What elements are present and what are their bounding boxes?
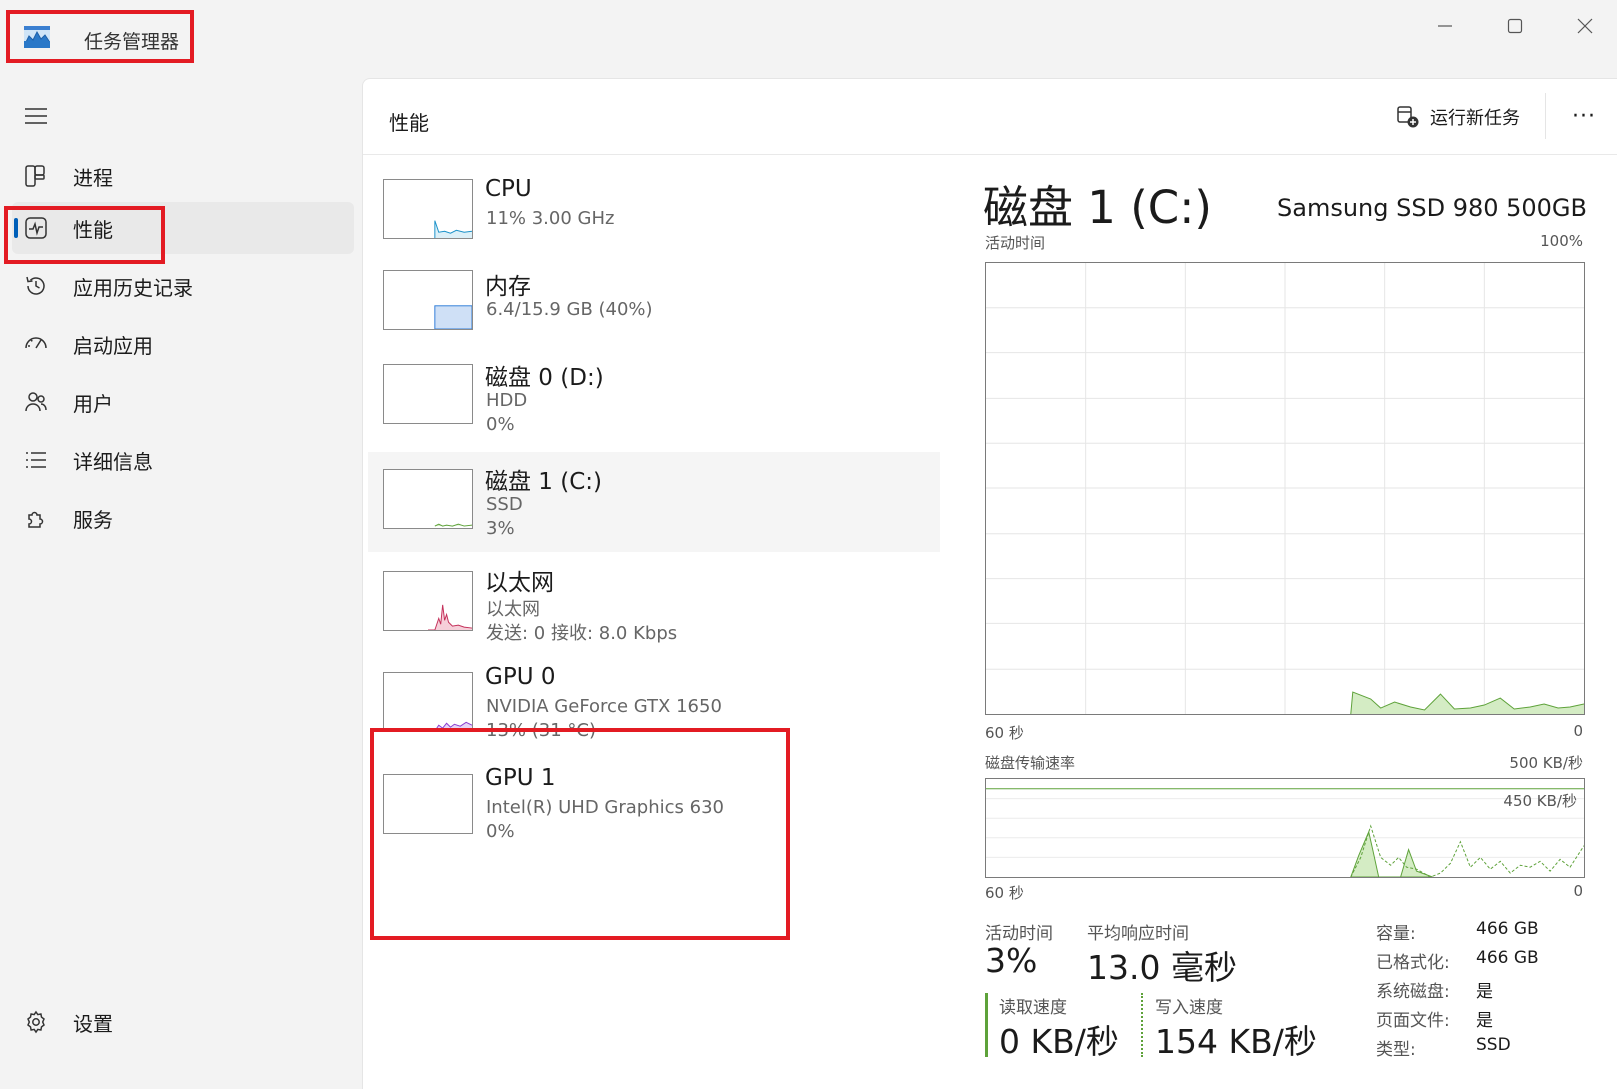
device-name: 以太网 [485,570,554,596]
prop-formatted-value: 466 GB [1476,948,1539,968]
main-header: 性能 运行新任务 ··· [363,79,1617,155]
maximize-button[interactable] [1485,8,1545,44]
activity-chart-time-right: 0 [1573,722,1583,740]
disk1-thumbnail-graph [383,469,473,529]
startup-gauge-icon [25,337,47,349]
device-name: CPU [485,176,532,202]
details-list-icon [26,452,46,468]
transfer-chart-time-right: 0 [1573,882,1583,900]
close-icon [1577,18,1593,34]
device-detail: 6.4/15.9 GB (40%) [486,299,653,320]
response-time-value: 13.0 毫秒 [1087,948,1237,987]
disk-model: Samsung SSD 980 500GB [1277,194,1587,222]
sidebar-item-details[interactable]: 详细信息 [12,434,354,486]
title-bar: 任务管理器 [0,0,1617,78]
prop-page-file-value: 是 [1476,1011,1493,1031]
sidebar-item-label: 进程 [73,165,113,190]
sidebar-item-users[interactable]: 用户 [12,376,354,428]
close-button[interactable] [1555,8,1615,44]
read-speed-value: 0 KB/秒 [999,1022,1119,1061]
header-separator [1545,93,1546,139]
sidebar-item-label: 启动应用 [73,333,153,358]
prop-system-disk-value: 是 [1476,982,1493,1002]
run-new-task-label: 运行新任务 [1430,108,1520,129]
highlight-box-title [6,10,194,63]
device-detail: SSD [486,494,523,515]
prop-formatted-key: 已格式化: [1376,953,1450,973]
prop-type-value: SSD [1476,1035,1511,1055]
read-speed-indicator [985,993,988,1057]
services-puzzle-icon [28,511,44,528]
ethernet-thumbnail-graph [383,571,473,631]
device-item-cpu[interactable]: CPU 11% 3.00 GHz [368,164,940,264]
sidebar-item-label: 应用历史记录 [73,275,193,300]
device-item-ethernet[interactable]: 以太网 以太网 发送: 0 接收: 8.0 Kbps [368,553,940,653]
device-detail: NVIDIA GeForce GTX 1650 [486,696,722,717]
device-item-memory[interactable]: 内存 6.4/15.9 GB (40%) [368,255,940,355]
cpu-thumbnail-graph [383,179,473,239]
write-speed-indicator [1141,993,1143,1057]
device-detail: 以太网 [486,599,540,620]
prop-type-key: 类型: [1376,1040,1416,1060]
device-detail: HDD [486,390,528,411]
memory-thumbnail-graph [383,270,473,330]
activity-chart-time-left: 60 秒 [985,724,1024,742]
sidebar-item-startup-apps[interactable]: 启动应用 [12,318,354,370]
write-speed-value: 154 KB/秒 [1155,1022,1317,1061]
sidebar-item-services[interactable]: 服务 [12,492,354,544]
prop-capacity-value: 466 GB [1476,919,1539,939]
detail-title: 磁盘 1 (C:) [983,181,1212,234]
prop-capacity-key: 容量: [1376,924,1416,944]
transfer-chart-inner-max: 450 KB/秒 [1503,792,1577,810]
device-usage: 3% [486,518,515,539]
transfer-chart-max: 500 KB/秒 [1509,754,1583,772]
sidebar-item-label: 服务 [73,507,113,532]
users-icon [25,392,47,412]
device-throughput: 发送: 0 接收: 8.0 Kbps [486,623,678,644]
sidebar-item-settings[interactable]: 设置 [12,996,354,1048]
maximize-icon [1507,18,1523,34]
device-detail: 11% 3.00 GHz [486,208,615,229]
run-new-task-icon [1397,106,1419,128]
device-usage: 0% [486,414,515,435]
page-title: 性能 [389,111,429,135]
activity-chart-label: 活动时间 [985,234,1046,252]
activity-chart-max: 100% [1540,232,1583,250]
minimize-button[interactable] [1415,8,1475,44]
processes-icon [25,165,45,187]
transfer-chart-time-left: 60 秒 [985,884,1024,902]
device-name: 磁盘 0 (D:) [485,365,604,391]
device-name: 磁盘 1 (C:) [485,469,603,495]
highlight-box-performance [4,206,165,264]
device-item-disk-0[interactable]: 磁盘 0 (D:) HDD 0% [368,346,940,446]
sidebar-item-processes[interactable]: 进程 [12,150,354,202]
prop-system-disk-key: 系统磁盘: [1376,982,1450,1002]
settings-gear-icon [27,1010,45,1034]
settings-label: 设置 [73,1011,113,1036]
hamburger-menu-icon[interactable] [24,104,48,128]
transfer-rate-chart [985,778,1585,878]
activity-time-chart [985,262,1585,715]
device-name: GPU 0 [485,664,556,690]
sidebar-item-app-history[interactable]: 应用历史记录 [12,260,354,312]
transfer-chart-label: 磁盘传输速率 [985,754,1076,772]
device-item-disk-1[interactable]: 磁盘 1 (C:) SSD 3% [368,452,940,552]
gpu0-thumbnail-graph [383,672,473,732]
disk0-thumbnail-graph [383,364,473,424]
minimize-icon [1438,25,1452,27]
more-options-icon: ··· [1572,103,1596,129]
run-new-task-button[interactable]: 运行新任务 [1396,101,1520,133]
highlight-box-gpu [370,728,790,940]
device-name: 内存 [485,274,531,300]
prop-page-file-key: 页面文件: [1376,1011,1450,1031]
more-options-button[interactable]: ··· [1567,101,1601,131]
history-icon [26,276,45,295]
sidebar-item-label: 详细信息 [73,449,153,474]
active-time-value: 3% [985,941,1038,980]
sidebar-item-label: 用户 [73,391,113,416]
